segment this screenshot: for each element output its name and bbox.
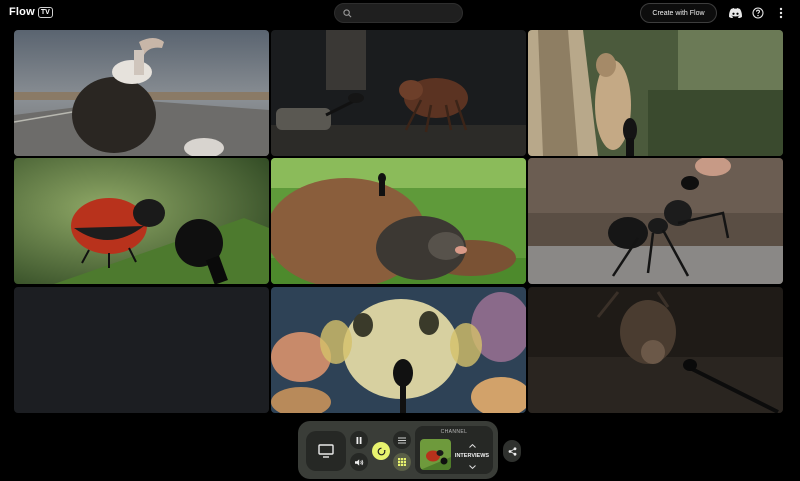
ant-with-microphone-thumbnail xyxy=(528,158,783,284)
video-tile-ladybug[interactable] xyxy=(14,158,269,284)
share-button[interactable] xyxy=(503,440,521,462)
video-tile-bat[interactable] xyxy=(528,287,783,413)
ladybug-with-microphone-thumbnail xyxy=(14,158,269,284)
channel-down-button[interactable] xyxy=(467,463,477,471)
volume-button[interactable] xyxy=(350,453,368,471)
chevron-up-icon xyxy=(468,444,476,448)
top-bar: Flow TV Create with Flow xyxy=(0,0,800,28)
bat-with-microphone-thumbnail xyxy=(528,287,783,413)
volume-icon xyxy=(354,458,363,466)
mole-in-dirt-thumbnail xyxy=(271,158,526,284)
grid-icon xyxy=(398,458,406,466)
channel-label: CHANNEL xyxy=(440,429,468,435)
video-tile-pufferfish[interactable] xyxy=(271,287,526,413)
channel-selector[interactable]: CHANNEL INTERVIEWS xyxy=(415,426,493,474)
pause-icon xyxy=(356,436,362,444)
video-tile-empty[interactable] xyxy=(14,287,269,413)
list-icon xyxy=(398,437,406,443)
pause-button[interactable] xyxy=(350,431,368,449)
flow-tv-logo[interactable]: Flow TV xyxy=(9,6,53,18)
loop-button[interactable] xyxy=(372,442,390,460)
pufferfish-with-microphone-thumbnail xyxy=(271,287,526,413)
video-tile-cockroach[interactable] xyxy=(271,30,526,156)
channel-up-button[interactable] xyxy=(467,442,477,450)
search-icon xyxy=(343,9,352,18)
create-with-flow-button[interactable]: Create with Flow xyxy=(640,3,717,23)
channel-thumbnail xyxy=(420,439,451,470)
grid-view-button[interactable] xyxy=(393,453,411,471)
tv-icon xyxy=(318,444,334,458)
video-tile-cicada[interactable] xyxy=(528,30,783,156)
more-vert-icon[interactable] xyxy=(774,6,788,20)
channel-name: INTERVIEWS xyxy=(454,453,490,459)
cicada-on-bark-thumbnail xyxy=(528,30,783,156)
video-tile-ant[interactable] xyxy=(528,158,783,284)
discord-icon[interactable] xyxy=(728,6,742,20)
search-input[interactable] xyxy=(357,6,457,20)
player-controls: CHANNEL INTERVIEWS xyxy=(298,421,498,479)
share-icon xyxy=(508,446,516,456)
vulture-on-road-thumbnail xyxy=(14,30,269,156)
cockroach-with-microphone-thumbnail xyxy=(271,30,526,156)
tv-mode-button[interactable] xyxy=(306,431,346,471)
video-tile-vulture[interactable] xyxy=(14,30,269,156)
search-bar[interactable] xyxy=(334,3,463,23)
chevron-down-icon xyxy=(468,465,476,469)
help-icon[interactable] xyxy=(751,6,765,20)
loop-icon xyxy=(377,447,386,455)
logo-badge: TV xyxy=(37,6,53,18)
list-view-button[interactable] xyxy=(393,431,411,449)
video-tile-mole[interactable] xyxy=(271,158,526,284)
logo-wordmark: Flow xyxy=(9,6,35,18)
